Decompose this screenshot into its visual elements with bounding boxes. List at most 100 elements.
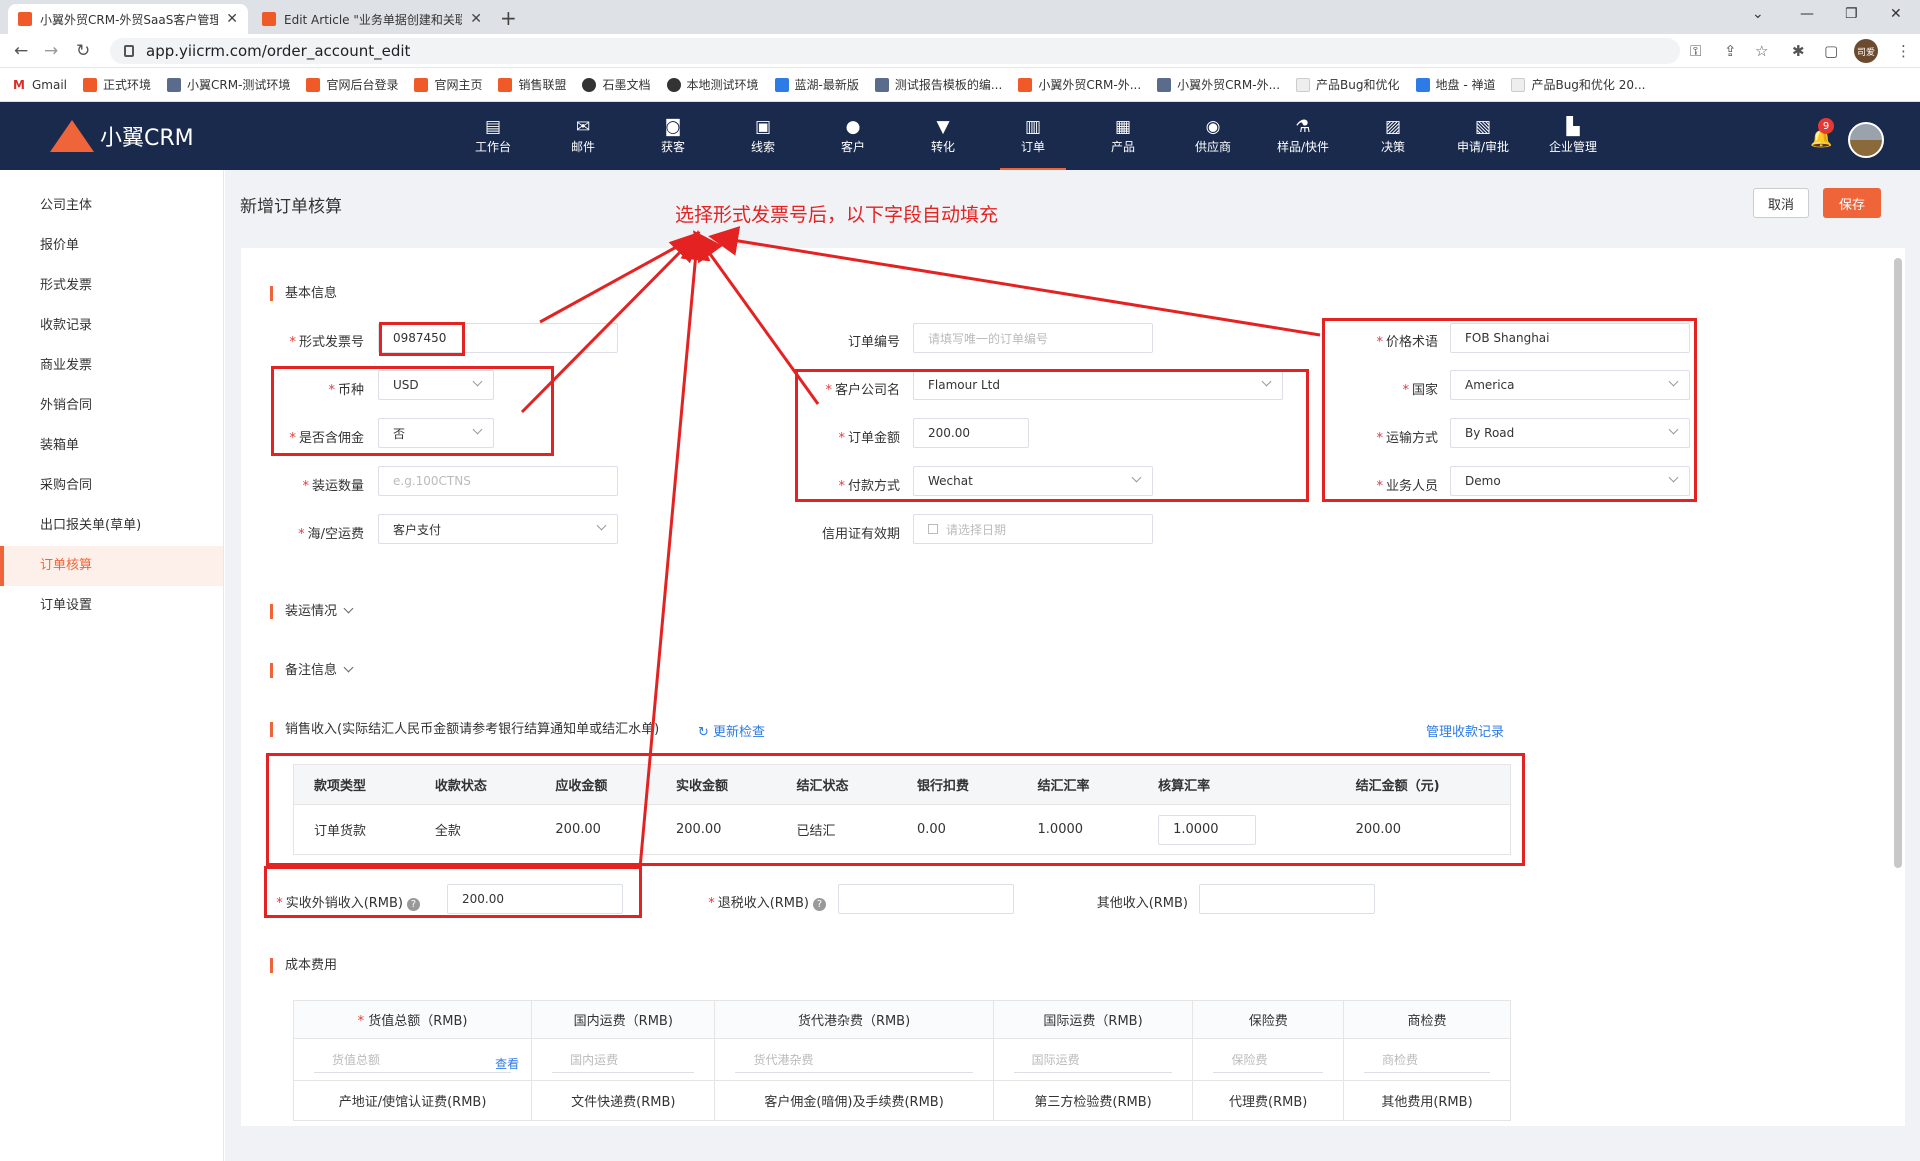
nav-enterprise[interactable]: ▙ 企业管理: [1538, 116, 1608, 155]
scrollbar[interactable]: [1894, 258, 1902, 868]
user-avatar[interactable]: [1848, 122, 1884, 158]
chevron-down-icon[interactable]: ⌄: [1752, 6, 1764, 22]
nav-lead[interactable]: ▣ 线索: [728, 116, 798, 155]
bookmark[interactable]: 正式环境: [83, 76, 151, 93]
bookmark-gmail[interactable]: M Gmail: [12, 77, 67, 92]
nav-approval[interactable]: ▧ 申请/审批: [1448, 116, 1518, 155]
crm-favicon-icon: [1018, 77, 1033, 92]
refresh-icon: ↻: [698, 725, 714, 740]
nav-customer[interactable]: ● 客户: [818, 116, 888, 155]
new-tab-icon[interactable]: +: [500, 6, 517, 30]
nav-order[interactable]: ▥ 订单: [998, 116, 1068, 171]
bookmark[interactable]: 销售联盟: [498, 76, 566, 93]
refresh-check-link[interactable]: ↻ 更新检查: [698, 721, 765, 740]
tab-title: 小翼外贸CRM-外贸SaaS客户管理: [40, 12, 219, 27]
bookmark[interactable]: 官网后台登录: [306, 76, 398, 93]
manage-receipts-link[interactable]: 管理收款记录: [1426, 721, 1504, 740]
view-link[interactable]: 查看: [495, 1051, 519, 1077]
sidebar-item-order-settings[interactable]: 订单设置: [0, 586, 223, 626]
bookmark[interactable]: 本地测试环境: [666, 76, 759, 93]
reload-icon[interactable]: ↻: [76, 41, 90, 61]
section-remarks[interactable]: 备注信息: [270, 662, 354, 678]
bookmark[interactable]: 小翼外贸CRM-外...: [1018, 76, 1141, 93]
sidebar-item-quotation[interactable]: 报价单: [0, 226, 223, 266]
nav-sample[interactable]: ⚗ 样品/快件: [1268, 116, 1338, 155]
back-icon[interactable]: ←: [14, 41, 28, 61]
bookmark[interactable]: 产品Bug和优化 20...: [1511, 76, 1645, 93]
sidebar-item-proforma[interactable]: 形式发票: [0, 266, 223, 306]
sidebar-item-packing-list[interactable]: 装箱单: [0, 426, 223, 466]
tax-refund-input[interactable]: [838, 884, 1014, 914]
bookmark[interactable]: 蓝湖-最新版: [774, 76, 859, 93]
bookmark[interactable]: 产品Bug和优化: [1296, 76, 1400, 93]
qty-input[interactable]: e.g.100CTNS: [378, 466, 618, 496]
extensions-icon[interactable]: ✱: [1792, 42, 1805, 60]
crm-favicon-icon: [306, 77, 321, 92]
sidebar-item-company[interactable]: 公司主体: [0, 186, 223, 226]
column-header: 商检费: [1342, 1000, 1512, 1039]
lc-date-picker[interactable]: 请选择日期: [913, 514, 1153, 544]
app-logo[interactable]: 小翼CRM: [50, 120, 194, 152]
inspection-input[interactable]: 商检费: [1363, 1047, 1490, 1073]
save-button[interactable]: 保存: [1823, 188, 1881, 218]
nav-mail[interactable]: ✉ 邮件: [548, 116, 618, 155]
column-header: 国内运费（RMB): [531, 1000, 716, 1039]
bookmarks-bar: M Gmail 正式环境 小翼CRM-测试环境 官网后台登录 官网主页 销售联盟 …: [0, 68, 1920, 102]
minimize-icon[interactable]: —: [1800, 6, 1814, 22]
section-shipping[interactable]: 装运情况: [270, 603, 354, 619]
nav-convert[interactable]: ▼ 转化: [908, 116, 978, 155]
annotation-text: 选择形式发票号后，以下字段自动填充: [675, 204, 999, 226]
goods-value-input[interactable]: 货值总额 查看: [314, 1047, 519, 1073]
column-header: 货代港杂费（RMB): [714, 1000, 994, 1039]
insurance-input[interactable]: 保险费: [1213, 1047, 1323, 1073]
orderno-input[interactable]: 请填写唯一的订单编号: [913, 323, 1153, 353]
forward-icon[interactable]: →: [44, 41, 58, 61]
approval-icon: ▧: [1474, 117, 1492, 137]
key-icon[interactable]: ⚿: [1690, 42, 1701, 60]
bookmark[interactable]: 小翼CRM-测试环境: [167, 76, 290, 93]
section-basic-info: 基本信息: [270, 286, 337, 301]
browser-tab-edit-article[interactable]: Edit Article "业务单据创建和关联 ✕: [252, 4, 492, 34]
restore-icon[interactable]: ❐: [1845, 6, 1858, 22]
bookmark[interactable]: 小翼外贸CRM-外...: [1157, 76, 1280, 93]
gmail-icon: M: [12, 77, 26, 92]
sidebar-item-commercial-invoice[interactable]: 商业发票: [0, 346, 223, 386]
sidebar-item-order-accounting[interactable]: 订单核算: [0, 546, 223, 586]
nav-supplier[interactable]: ◉ 供应商: [1178, 116, 1248, 155]
nav-acquire[interactable]: ◙ 获客: [638, 116, 708, 155]
section-cost: 成本费用: [270, 958, 337, 973]
intl-freight-input[interactable]: 国际运费: [1013, 1047, 1173, 1073]
close-icon[interactable]: ✕: [226, 11, 238, 27]
help-icon[interactable]: ?: [813, 898, 826, 911]
close-icon[interactable]: ✕: [470, 11, 482, 27]
nav-workbench[interactable]: ▤ 工作台: [458, 116, 528, 155]
bookmark[interactable]: 测试报告模板的编...: [874, 76, 1002, 93]
cancel-button[interactable]: 取消: [1753, 188, 1809, 218]
sidebar-item-purchase-contract[interactable]: 采购合同: [0, 466, 223, 506]
star-icon[interactable]: ☆: [1755, 42, 1768, 60]
sidebar-item-sales-contract[interactable]: 外销合同: [0, 386, 223, 426]
bookmark[interactable]: 地盘 - 禅道: [1415, 76, 1495, 93]
crm-favicon-icon: [262, 12, 276, 26]
url-bar[interactable]: app.yiicrm.com/order_account_edit: [110, 38, 1680, 64]
nav-decision[interactable]: ▨ 决策: [1358, 116, 1428, 155]
nav-product[interactable]: ▦ 产品: [1088, 116, 1158, 155]
port-fee-input[interactable]: 货代港杂费: [735, 1047, 973, 1073]
profile-avatar[interactable]: 司爱: [1854, 39, 1878, 63]
crm-favicon-icon: [498, 77, 513, 92]
browser-tab-crm[interactable]: 小翼外贸CRM-外贸SaaS客户管理 ✕: [8, 4, 248, 34]
domestic-freight-input[interactable]: 国内运费: [552, 1047, 695, 1073]
other-income-input[interactable]: [1199, 884, 1375, 914]
sidepanel-icon[interactable]: ▢: [1824, 42, 1838, 60]
sidebar-item-customs[interactable]: 出口报关单(草单): [0, 506, 223, 546]
bookmark[interactable]: 官网主页: [414, 76, 482, 93]
window-close-icon[interactable]: ✕: [1890, 6, 1902, 22]
freight-select[interactable]: 客户支付: [378, 514, 618, 544]
workbench-icon: ▤: [484, 117, 502, 137]
share-icon[interactable]: ⇪: [1724, 42, 1737, 60]
bookmark[interactable]: 石墨文档: [582, 76, 651, 93]
menu-dots-icon[interactable]: ⋮: [1896, 42, 1911, 60]
sidebar-item-receipts[interactable]: 收款记录: [0, 306, 223, 346]
mail-icon: ✉: [575, 117, 591, 137]
page-icon: [1296, 77, 1311, 92]
